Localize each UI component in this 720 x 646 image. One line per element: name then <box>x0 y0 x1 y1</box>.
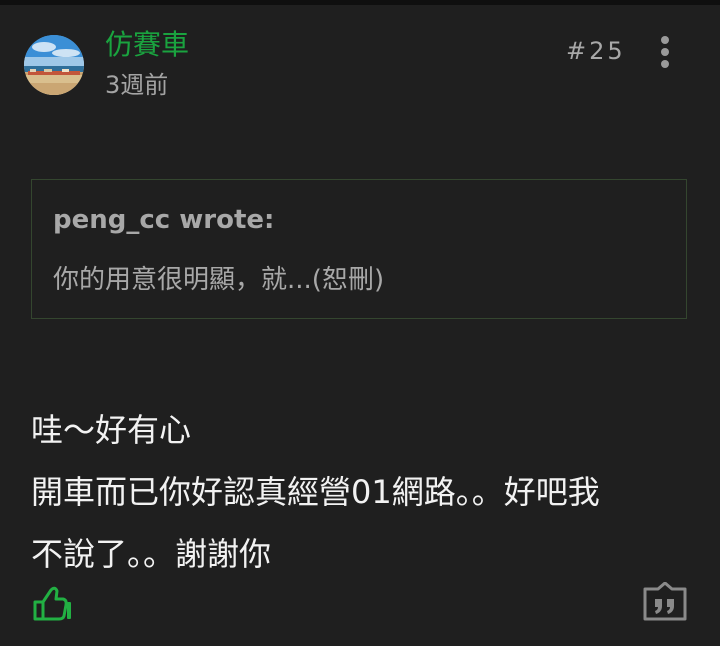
quote-author: peng_cc wrote: <box>53 205 275 235</box>
post-time: 3週前 <box>105 71 169 99</box>
quote-reply-button[interactable] <box>642 581 688 622</box>
avatar[interactable] <box>24 35 84 95</box>
floor-number: #25 <box>566 37 626 65</box>
more-options-button[interactable] <box>652 33 678 73</box>
post-body: 哇～好有心 開車而已你好認真經營01網路。。好吧我 不說了。。謝謝你 <box>31 399 701 585</box>
forum-post: 仿賽車 3週前 #25 peng_cc wrote: 你的用意很明顯，就...(… <box>0 5 720 646</box>
quote-block: peng_cc wrote: 你的用意很明顯，就...(恕刪) <box>31 179 687 319</box>
post-body-line: 不說了。。謝謝你 <box>31 535 272 573</box>
post-body-line: 開車而已你好認真經營01網路。。好吧我 <box>31 473 600 511</box>
quote-reply-icon <box>643 581 687 621</box>
author-name[interactable]: 仿賽車 <box>105 27 189 63</box>
quote-text: 你的用意很明顯，就...(恕刪) <box>53 265 385 295</box>
like-button[interactable] <box>30 583 74 627</box>
avatar-image <box>24 35 84 95</box>
thumbs-up-icon <box>33 586 71 621</box>
more-vertical-icon <box>661 36 669 68</box>
post-body-line: 哇～好有心 <box>31 411 192 449</box>
